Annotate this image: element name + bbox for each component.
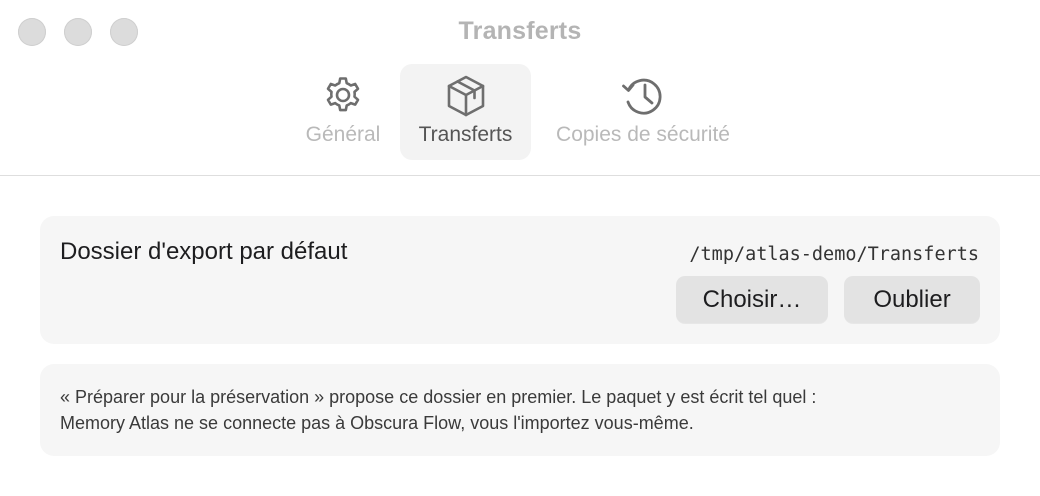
gear-icon: [319, 73, 367, 121]
info-line-2: Memory Atlas ne se connecte pas à Obscur…: [60, 413, 694, 433]
tab-general-label: Général: [305, 123, 381, 146]
info-text: « Préparer pour la préservation » propos…: [60, 384, 985, 436]
tab-copies-de-securite[interactable]: Copies de sécurité: [540, 64, 746, 160]
info-line-1: « Préparer pour la préservation » propos…: [60, 387, 817, 407]
preferences-toolbar: Général Transferts Copies de sécurité: [0, 64, 1040, 160]
package-icon: [442, 73, 490, 121]
toolbar-divider: [0, 175, 1040, 176]
export-folder-path: /tmp/atlas-demo/Transferts: [689, 244, 979, 265]
window-title: Transferts: [458, 17, 582, 45]
info-panel: « Préparer pour la préservation » propos…: [40, 364, 1000, 456]
choose-folder-button[interactable]: Choisir…: [676, 276, 828, 323]
tab-transferts[interactable]: Transferts: [400, 64, 531, 160]
forget-folder-button[interactable]: Oublier: [844, 276, 980, 323]
tab-transferts-label: Transferts: [418, 123, 513, 146]
export-folder-panel: Dossier d'export par défaut /tmp/atlas-d…: [40, 216, 1000, 344]
export-folder-label: Dossier d'export par défaut: [60, 238, 348, 265]
tab-general[interactable]: Général: [296, 64, 390, 160]
title-bar: Transferts: [0, 0, 1040, 64]
tab-copies-label: Copies de sécurité: [556, 123, 730, 146]
history-icon: [619, 73, 667, 121]
